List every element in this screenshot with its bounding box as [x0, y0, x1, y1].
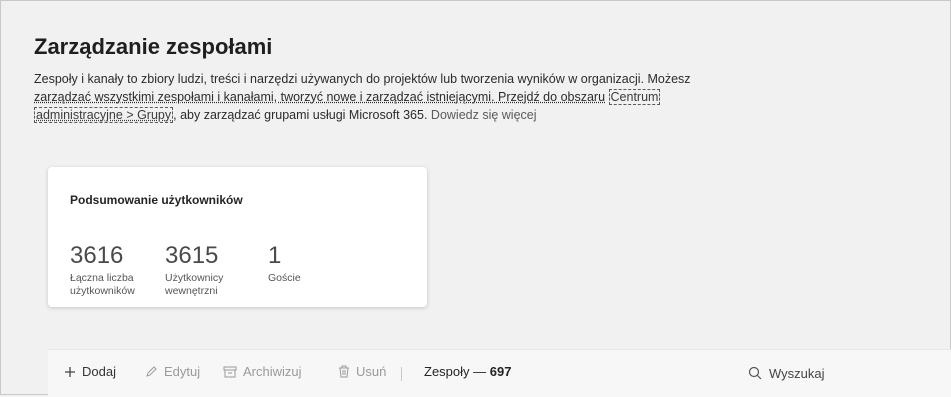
- stat-label: Goście: [268, 272, 301, 284]
- add-label: Dodaj: [82, 364, 116, 379]
- stat-value: 3615: [165, 242, 219, 269]
- edit-label: Edytuj: [164, 364, 201, 379]
- pencil-icon: [145, 365, 158, 378]
- stat-label: Łączna liczba użytkowników: [70, 272, 135, 297]
- archive-label: Archiwizuj: [243, 364, 302, 379]
- teams-count-value: 697: [489, 364, 512, 379]
- edit-team-button[interactable]: Edytuj: [145, 364, 200, 379]
- add-team-button[interactable]: Dodaj: [64, 364, 116, 379]
- teams-management-page: Zarządzanie zespołami Zespoły i kanały t…: [0, 0, 951, 397]
- stat-value: 3616: [70, 242, 124, 269]
- user-summary-card: Podsumowanie użytkowników 3616 Łączna li…: [48, 167, 427, 307]
- stat-internal-users: 3615 Użytkownicy wewnętrzni: [165, 243, 223, 298]
- search-input[interactable]: Wyszukaj: [769, 366, 825, 381]
- toolbar-divider: [401, 367, 402, 381]
- archive-icon: [223, 366, 237, 378]
- admin-center-groups-link-cont[interactable]: administracyjne > Grupy: [34, 107, 174, 123]
- user-summary-title: Podsumowanie użytkowników: [70, 193, 243, 207]
- description-text-3: , aby zarządzać grupami usługi Microsoft…: [173, 108, 428, 122]
- admin-center-groups-link[interactable]: Centrum: [608, 89, 661, 105]
- stat-guests: 1 Goście: [268, 243, 301, 285]
- stat-value: 1: [268, 242, 282, 269]
- plus-icon: [64, 366, 76, 378]
- stat-label: Użytkownicy wewnętrzni: [165, 272, 224, 297]
- delete-label: Usuń: [356, 364, 387, 379]
- archive-team-button[interactable]: Archiwizuj: [223, 364, 302, 379]
- teams-count: Zespoły — 697: [424, 364, 511, 379]
- teams-toolbar: Dodaj Edytuj Archiwizuj Usuń Zespoły — 6…: [48, 349, 951, 397]
- trash-icon: [338, 365, 350, 378]
- delete-team-button[interactable]: Usuń: [338, 364, 386, 379]
- page-description: Zespoły i kanały to zbiory ludzi, treści…: [34, 70, 774, 124]
- search-box[interactable]: Wyszukaj: [748, 360, 951, 386]
- page-title: Zarządzanie zespołami: [34, 34, 273, 59]
- search-icon: [748, 366, 762, 380]
- stat-total-users: 3616 Łączna liczba użytkowników: [70, 243, 135, 298]
- description-text-2: zarządzać wszystkimi zespołami i kanałam…: [34, 90, 606, 104]
- description-text-1: Zespoły i kanały to zbiory ludzi, treści…: [34, 72, 691, 86]
- learn-more-link[interactable]: Dowiedz się więcej: [431, 108, 537, 122]
- teams-count-label: Zespoły —: [424, 364, 487, 379]
